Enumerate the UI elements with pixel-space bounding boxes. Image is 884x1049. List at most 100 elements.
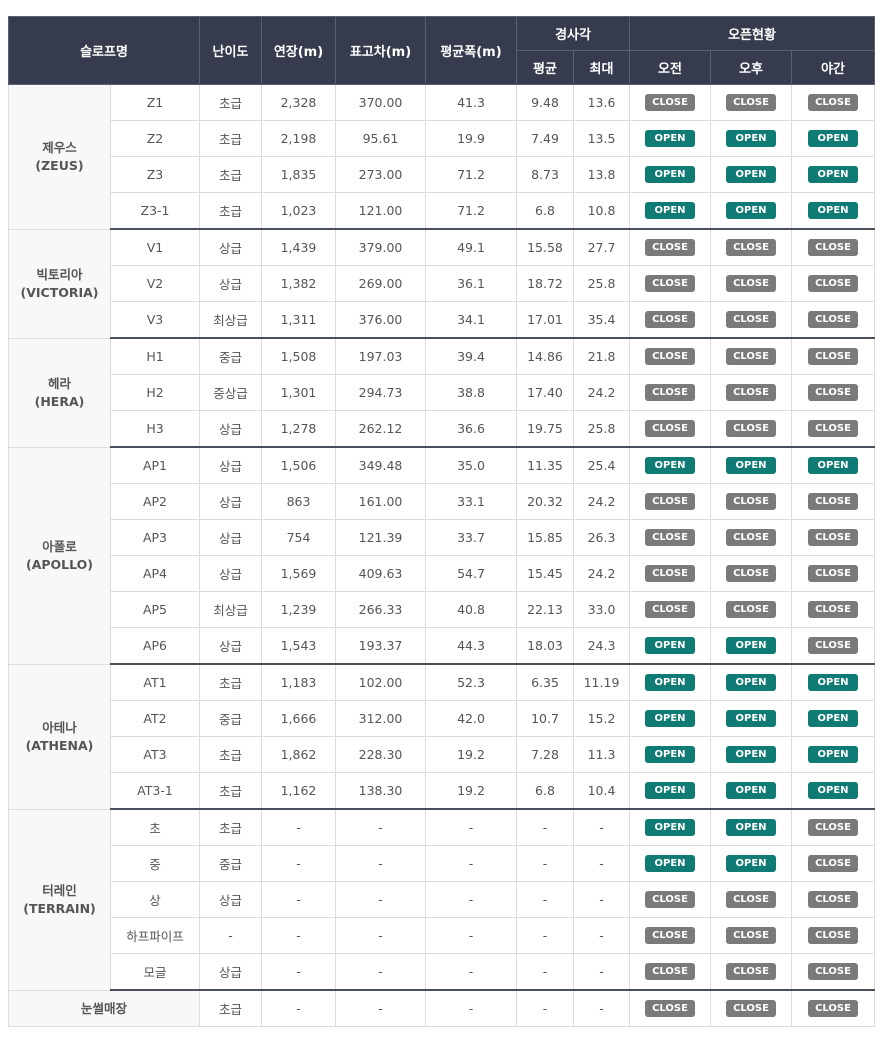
- slope-group-english: (VICTORIA): [20, 284, 99, 300]
- table-row: AT3-1 초급 1,162 138.30 19.2 6.8 10.4 OPEN OPEN OPE…: [9, 772, 876, 810]
- morning-status-badge: OPEN: [645, 855, 696, 872]
- morning-status-badge: OPEN: [645, 202, 696, 219]
- afternoon-status-cell: OPEN: [710, 627, 793, 665]
- afternoon-status-cell: CLOSE: [710, 591, 793, 628]
- gradient-avg-cell: 7.49: [516, 120, 574, 157]
- difficulty-cell: 상급: [199, 410, 262, 448]
- morning-status-badge: CLOSE: [645, 963, 696, 980]
- night-status-cell: CLOSE: [791, 519, 876, 556]
- elevation-cell: 294.73: [335, 374, 426, 411]
- length-cell: 1,506: [261, 446, 336, 484]
- morning-status-badge: OPEN: [645, 130, 696, 147]
- length-cell: -: [261, 808, 336, 846]
- morning-status-cell: CLOSE: [629, 483, 712, 520]
- morning-status-badge: OPEN: [645, 637, 696, 654]
- elevation-cell: -: [335, 917, 426, 954]
- elevation-cell: 379.00: [335, 228, 426, 266]
- night-status-cell: CLOSE: [791, 301, 876, 339]
- course-cell: AT1: [110, 663, 200, 701]
- night-status-badge: CLOSE: [808, 94, 859, 111]
- night-status-cell: CLOSE: [791, 265, 876, 302]
- morning-status-cell: CLOSE: [629, 337, 712, 375]
- length-cell: -: [261, 881, 336, 918]
- elevation-cell: -: [335, 808, 426, 846]
- gradient-max-cell: 13.5: [572, 120, 631, 157]
- afternoon-status-cell: OPEN: [710, 772, 793, 810]
- difficulty-cell: 초급: [199, 663, 262, 701]
- afternoon-status-cell: CLOSE: [710, 265, 793, 302]
- table-row: V3 최상급 1,311 376.00 34.1 17.01 35.4 CLOSE CLOSE C…: [9, 301, 876, 339]
- difficulty-cell: 상급: [199, 228, 262, 266]
- width-cell: 54.7: [425, 555, 517, 592]
- width-cell: 34.1: [425, 301, 517, 339]
- gradient-max-cell: 11.3: [572, 736, 631, 773]
- gradient-max-cell: 25.8: [572, 410, 631, 448]
- morning-status-badge: CLOSE: [645, 891, 696, 908]
- width-cell: -: [425, 845, 517, 882]
- elevation-cell: -: [335, 881, 426, 918]
- elevation-cell: -: [335, 953, 426, 991]
- elevation-cell: -: [335, 845, 426, 882]
- gradient-avg-cell: 15.45: [516, 555, 574, 592]
- length-cell: 1,382: [261, 265, 336, 302]
- night-status-cell: CLOSE: [791, 555, 876, 592]
- afternoon-status-cell: OPEN: [710, 120, 793, 157]
- width-cell: -: [425, 989, 517, 1027]
- morning-status-badge: OPEN: [645, 710, 696, 727]
- afternoon-status-badge: OPEN: [726, 457, 777, 474]
- course-cell: AP6: [110, 627, 200, 665]
- night-status-badge: CLOSE: [808, 819, 859, 836]
- night-status-cell: OPEN: [791, 772, 876, 810]
- table-row: Z2 초급 2,198 95.61 19.9 7.49 13.5 OPEN OPEN OPEN: [9, 120, 876, 157]
- night-status-cell: CLOSE: [791, 917, 876, 954]
- table-row: 중 중급 - - - - - OPEN OPEN CLOSE: [9, 845, 876, 882]
- difficulty-cell: 중급: [199, 845, 262, 882]
- course-cell: 모글: [110, 953, 200, 991]
- table-row: AT3 초급 1,862 228.30 19.2 7.28 11.3 OPEN OPEN OPEN: [9, 736, 876, 773]
- gradient-avg-cell: -: [516, 881, 574, 918]
- slope-group-english: (ATHENA): [25, 737, 94, 753]
- night-status-badge: CLOSE: [808, 637, 859, 654]
- elevation-cell: 95.61: [335, 120, 426, 157]
- night-status-badge: CLOSE: [808, 963, 859, 980]
- length-cell: 1,439: [261, 228, 336, 266]
- afternoon-status-badge: OPEN: [726, 130, 777, 147]
- difficulty-cell: 상급: [199, 627, 262, 665]
- morning-status-cell: OPEN: [629, 120, 712, 157]
- length-cell: 1,239: [261, 591, 336, 628]
- course-cell: Z1: [110, 84, 200, 121]
- length-cell: 1,666: [261, 700, 336, 737]
- width-cell: 19.9: [425, 120, 517, 157]
- night-status-cell: OPEN: [791, 120, 876, 157]
- table-row: 제우스 (ZEUS) Z1 초급 2,328 370.00 41.3 9.48 13.6 CLOS…: [8, 84, 876, 230]
- gradient-max-cell: 24.2: [572, 374, 631, 411]
- gradient-avg-cell: 11.35: [516, 446, 574, 484]
- morning-status-badge: CLOSE: [645, 927, 696, 944]
- elevation-cell: 370.00: [335, 84, 426, 121]
- morning-status-cell: CLOSE: [629, 519, 712, 556]
- course-cell: AT3: [110, 736, 200, 773]
- gradient-avg-cell: 20.32: [516, 483, 574, 520]
- width-cell: -: [425, 953, 517, 991]
- elevation-cell: 312.00: [335, 700, 426, 737]
- width-cell: 19.2: [425, 736, 517, 773]
- morning-status-cell: OPEN: [629, 808, 712, 846]
- table-row: 아폴로 (APOLLO) AP1 상급 1,506 349.48 35.0 11.35 25.4…: [8, 446, 876, 665]
- course-cell: V3: [110, 301, 200, 339]
- morning-status-badge: CLOSE: [645, 420, 696, 437]
- elevation-cell: 161.00: [335, 483, 426, 520]
- afternoon-status-badge: CLOSE: [726, 529, 777, 546]
- night-status-badge: OPEN: [808, 202, 859, 219]
- course-cell: Z2: [110, 120, 200, 157]
- header-gradient-max: 최대: [572, 50, 631, 85]
- night-status-cell: OPEN: [791, 736, 876, 773]
- gradient-avg-cell: 22.13: [516, 591, 574, 628]
- course-cell: AP5: [110, 591, 200, 628]
- morning-status-cell: CLOSE: [629, 881, 712, 918]
- morning-status-cell: OPEN: [629, 700, 712, 737]
- night-status-badge: OPEN: [808, 457, 859, 474]
- night-status-badge: CLOSE: [808, 855, 859, 872]
- afternoon-status-cell: CLOSE: [710, 228, 793, 266]
- gradient-avg-cell: 9.48: [516, 84, 574, 121]
- length-cell: -: [261, 917, 336, 954]
